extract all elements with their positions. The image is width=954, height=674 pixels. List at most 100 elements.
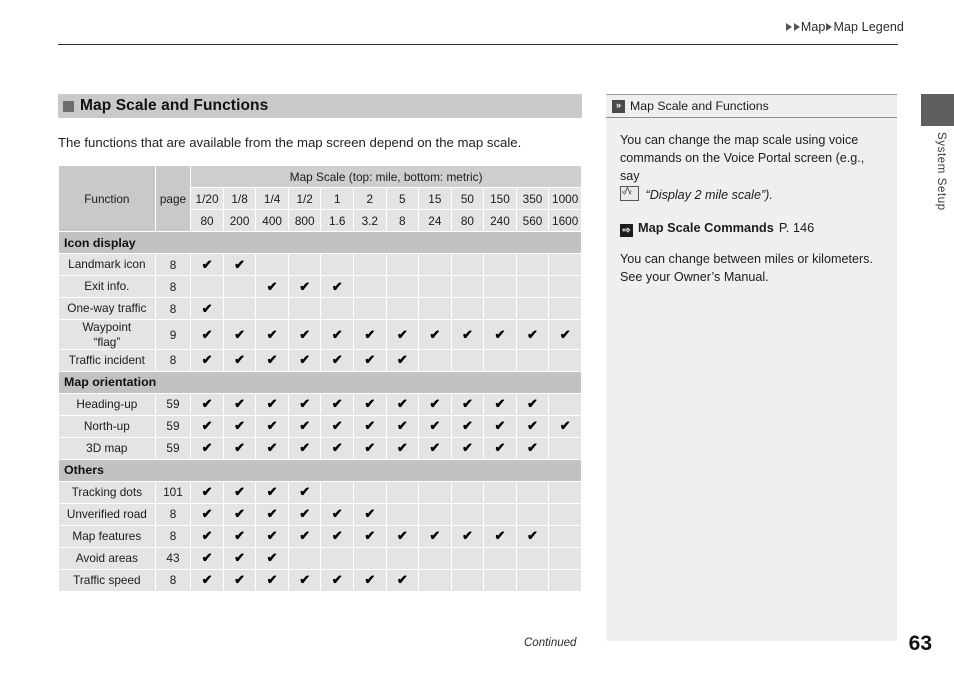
check-icon: ✔ (364, 440, 376, 456)
check-icon: ✔ (266, 418, 278, 434)
cell-page: 8 (155, 569, 191, 591)
cell-check-on: ✔ (256, 393, 288, 415)
check-icon: ✔ (201, 396, 213, 412)
col-header-page: page (155, 166, 191, 232)
scale-metric-5: 3.2 (354, 210, 386, 232)
cell-check-on: ✔ (516, 437, 549, 459)
cell-check-on: ✔ (484, 393, 516, 415)
cell-check-on: ✔ (288, 415, 321, 437)
check-icon: ✔ (234, 484, 246, 500)
cell-check-on: ✔ (354, 349, 386, 371)
cell-check-on: ✔ (354, 437, 386, 459)
cell-check-on: ✔ (191, 481, 223, 503)
cell-check-on: ✔ (288, 393, 321, 415)
scale-mile-8: 50 (451, 188, 484, 210)
cell-page: 59 (155, 437, 191, 459)
cell-check-on: ✔ (419, 393, 451, 415)
cell-check-on: ✔ (419, 437, 451, 459)
cell-check-off (451, 349, 484, 371)
cell-check-off (516, 503, 549, 525)
side-note-body: You can change the map scale using voice… (606, 118, 897, 286)
check-icon: ✔ (266, 440, 278, 456)
check-icon: ✔ (527, 396, 538, 412)
cell-check-off (386, 298, 419, 320)
scale-metric-1: 200 (223, 210, 256, 232)
cell-check-on: ✔ (191, 525, 223, 547)
cell-check-off (419, 349, 451, 371)
check-icon: ✔ (234, 256, 246, 272)
cell-check-off (321, 254, 353, 276)
check-icon: ✔ (299, 326, 311, 342)
check-icon: ✔ (331, 418, 343, 434)
check-icon: ✔ (494, 326, 506, 342)
table-row: Avoid areas 43 ✔ ✔ ✔ (59, 547, 581, 569)
check-icon: ✔ (429, 396, 441, 412)
cross-reference-page: P. 146 (778, 219, 815, 235)
scale-mile-10: 350 (516, 188, 549, 210)
cell-check-on: ✔ (223, 503, 256, 525)
check-icon: ✔ (331, 572, 343, 588)
table-row: Tracking dots 101 ✔ ✔ ✔ ✔ (59, 481, 581, 503)
cell-check-off (419, 503, 451, 525)
scale-mile-11: 1000 (549, 188, 581, 210)
scale-metric-8: 80 (451, 210, 484, 232)
table-row: Traffic incident 8 ✔ ✔ ✔ ✔ ✔ ✔ ✔ (59, 349, 581, 371)
check-icon: ✔ (494, 418, 506, 434)
cell-check-on: ✔ (354, 320, 386, 349)
cell-function: Exit info. (59, 276, 155, 298)
cell-check-off (549, 298, 581, 320)
scale-mile-7: 15 (419, 188, 451, 210)
check-icon: ✔ (396, 396, 408, 412)
table-row: Landmark icon 8 ✔ ✔ (59, 254, 581, 276)
check-icon: ✔ (364, 396, 376, 412)
cell-check-on: ✔ (516, 415, 549, 437)
cell-check-off (451, 481, 484, 503)
cross-reference[interactable]: ⇨ Map Scale Commands P. 146 (620, 219, 885, 237)
cell-check-on: ✔ (354, 415, 386, 437)
cell-page: 59 (155, 415, 191, 437)
cell-check-off (354, 481, 386, 503)
cell-check-off (419, 547, 451, 569)
cell-page: 8 (155, 525, 191, 547)
cell-check-on: ✔ (451, 415, 484, 437)
cell-check-off (354, 298, 386, 320)
scale-metric-11: 1600 (549, 210, 581, 232)
cell-check-on: ✔ (191, 415, 223, 437)
cell-check-on: ✔ (484, 437, 516, 459)
check-icon: ✔ (364, 572, 376, 588)
check-icon: ✔ (201, 440, 213, 456)
check-icon: ✔ (331, 352, 343, 368)
check-icon: ✔ (201, 550, 213, 566)
check-icon: ✔ (234, 572, 246, 588)
cross-reference-label: Map Scale Commands (638, 219, 774, 235)
check-icon: ✔ (559, 418, 571, 434)
cell-check-on: ✔ (484, 525, 516, 547)
cell-check-on: ✔ (191, 298, 223, 320)
map-scale-functions-table: Function page Map Scale (top: mile, bott… (58, 165, 582, 592)
check-icon: ✔ (266, 326, 278, 342)
cell-page: 59 (155, 393, 191, 415)
check-icon: ✔ (331, 440, 343, 456)
cell-page: 8 (155, 276, 191, 298)
cell-function: Map features (59, 525, 155, 547)
check-icon: ✔ (494, 528, 506, 544)
check-icon: ✔ (461, 440, 473, 456)
cell-check-off (256, 298, 288, 320)
cell-check-on: ✔ (191, 503, 223, 525)
scale-mile-5: 2 (354, 188, 386, 210)
cell-page: 8 (155, 254, 191, 276)
check-icon: ✔ (527, 528, 538, 544)
scale-metric-0: 80 (191, 210, 223, 232)
cell-check-on: ✔ (321, 393, 353, 415)
cell-check-off (484, 298, 516, 320)
table-group-header: Map orientation (59, 371, 581, 393)
table-row: Exit info. 8 ✔ ✔ ✔ (59, 276, 581, 298)
cell-check-on: ✔ (256, 525, 288, 547)
cell-check-off (484, 349, 516, 371)
side-note-text-1: You can change the map scale using voice… (620, 133, 865, 183)
cell-function: 3D map (59, 437, 155, 459)
cell-page: 101 (155, 481, 191, 503)
breadcrumb-item-map: Map (800, 20, 826, 34)
check-icon: ✔ (461, 326, 473, 342)
cell-check-off (549, 481, 581, 503)
